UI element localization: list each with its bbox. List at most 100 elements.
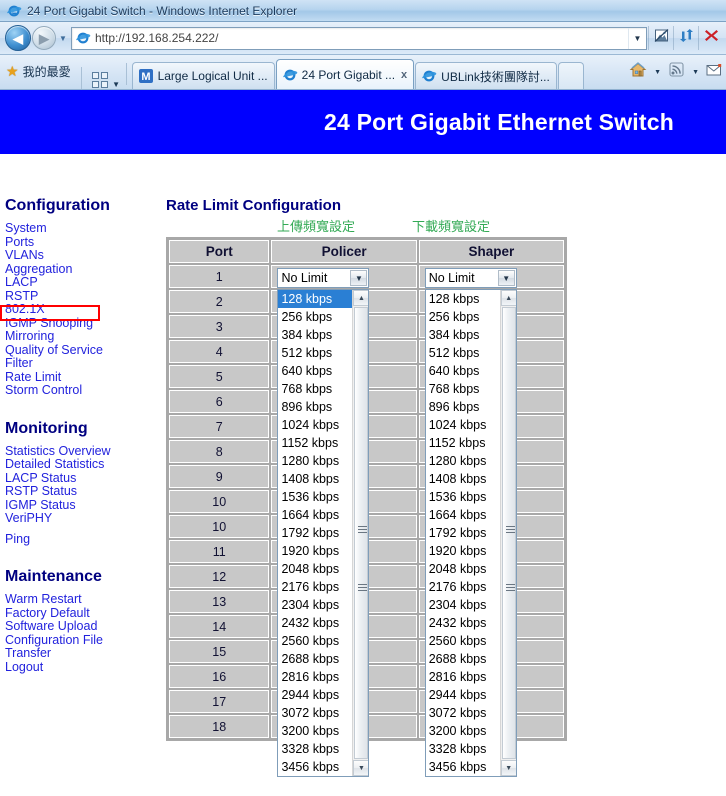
sidebar-item-warm-restart[interactable]: Warm Restart xyxy=(5,593,166,607)
close-icon[interactable]: x xyxy=(401,69,407,81)
compatibility-view-button[interactable] xyxy=(648,26,673,50)
browser-tab[interactable]: UBLink技術團隊討... xyxy=(415,62,557,89)
feeds-button[interactable] xyxy=(666,61,687,83)
dropdown-option[interactable]: 2816 kbps xyxy=(426,668,500,686)
dropdown-option[interactable]: 640 kbps xyxy=(278,362,352,380)
scroll-up-arrow-icon[interactable]: ▲ xyxy=(501,290,517,306)
dropdown-option[interactable]: 1152 kbps xyxy=(278,434,352,452)
dropdown-option[interactable]: 2048 kbps xyxy=(426,560,500,578)
dropdown-option[interactable]: 1920 kbps xyxy=(278,542,352,560)
dropdown-option[interactable]: 3200 kbps xyxy=(278,722,352,740)
dropdown-option[interactable]: 2304 kbps xyxy=(426,596,500,614)
dropdown-option[interactable]: 1664 kbps xyxy=(278,506,352,524)
sidebar-item-storm-control[interactable]: Storm Control xyxy=(5,384,166,398)
sidebar-item-logout[interactable]: Logout xyxy=(5,661,166,675)
dropdown-option[interactable]: 1792 kbps xyxy=(426,524,500,542)
scroll-down-arrow-icon[interactable]: ▼ xyxy=(501,760,517,776)
dropdown-option[interactable]: 2176 kbps xyxy=(278,578,352,596)
sidebar-item-software-upload[interactable]: Software Upload xyxy=(5,620,166,634)
sidebar-item-ping[interactable]: Ping xyxy=(5,533,166,547)
refresh-button[interactable] xyxy=(673,26,698,50)
dropdown-option[interactable]: 768 kbps xyxy=(426,380,500,398)
policer-dropdown-list[interactable]: 128 kbps256 kbps384 kbps512 kbps640 kbps… xyxy=(277,289,369,777)
new-tab-button[interactable] xyxy=(558,62,584,89)
dropdown-option[interactable]: 896 kbps xyxy=(426,398,500,416)
dropdown-option[interactable]: 2560 kbps xyxy=(426,632,500,650)
forward-button[interactable]: ▶ xyxy=(32,26,56,50)
sidebar-item-lacp-status[interactable]: LACP Status xyxy=(5,472,166,486)
dropdown-option[interactable]: 3200 kbps xyxy=(426,722,500,740)
dropdown-option[interactable]: 1408 kbps xyxy=(278,470,352,488)
dropdown-option[interactable]: 2176 kbps xyxy=(426,578,500,596)
dropdown-option[interactable]: 1536 kbps xyxy=(426,488,500,506)
sidebar-item-filter[interactable]: Filter xyxy=(5,357,166,371)
dropdown-option[interactable]: 3328 kbps xyxy=(426,740,500,758)
dropdown-option[interactable]: 3456 kbps xyxy=(426,758,500,776)
quick-tabs-icon[interactable] xyxy=(88,69,110,89)
dropdown-option[interactable]: 512 kbps xyxy=(426,344,500,362)
dropdown-option[interactable]: 1408 kbps xyxy=(426,470,500,488)
dropdown-option[interactable]: 2048 kbps xyxy=(278,560,352,578)
dropdown-option[interactable]: 640 kbps xyxy=(426,362,500,380)
dropdown-option[interactable]: 2944 kbps xyxy=(278,686,352,704)
dropdown-option[interactable]: 2432 kbps xyxy=(278,614,352,632)
sidebar-item-mirroring[interactable]: Mirroring xyxy=(5,330,166,344)
address-dropdown-button[interactable]: ▼ xyxy=(628,28,646,49)
dropdown-option[interactable]: 3072 kbps xyxy=(426,704,500,722)
browser-tab[interactable]: 24 Port Gigabit ...x xyxy=(276,59,415,89)
dropdown-option[interactable]: 1024 kbps xyxy=(278,416,352,434)
scroll-up-arrow-icon[interactable]: ▲ xyxy=(353,290,369,306)
address-input[interactable]: http://192.168.254.222/ xyxy=(95,31,628,45)
dropdown-option[interactable]: 1536 kbps xyxy=(278,488,352,506)
sidebar-item-configuration-file[interactable]: Configuration File xyxy=(5,634,166,648)
dropdown-option[interactable]: 1920 kbps xyxy=(426,542,500,560)
dropdown-option[interactable]: 3584 kbps xyxy=(426,776,500,777)
dropdown-option[interactable]: 1664 kbps xyxy=(426,506,500,524)
policer-select[interactable]: No Limit▼ xyxy=(277,268,369,288)
sidebar-item-igmp-status[interactable]: IGMP Status xyxy=(5,499,166,513)
sidebar-item-igmp-snooping[interactable]: IGMP Snooping xyxy=(5,317,166,331)
sidebar-item-system[interactable]: System xyxy=(5,222,166,236)
sidebar-item-veriphy[interactable]: VeriPHY xyxy=(5,512,166,526)
sidebar-item-quality-of-service[interactable]: Quality of Service xyxy=(5,344,166,358)
dropdown-option[interactable]: 3584 kbps xyxy=(278,776,352,777)
dropdown-option[interactable]: 2560 kbps xyxy=(278,632,352,650)
dropdown-option[interactable]: 3456 kbps xyxy=(278,758,352,776)
dropdown-option[interactable]: 2944 kbps xyxy=(426,686,500,704)
scroll-down-arrow-icon[interactable]: ▼ xyxy=(353,760,369,776)
dropdown-option[interactable]: 384 kbps xyxy=(426,326,500,344)
shaper-cell[interactable]: No Limit▼128 kbps256 kbps384 kbps512 kbp… xyxy=(418,264,565,289)
dropdown-option[interactable]: 128 kbps xyxy=(278,290,352,308)
scrollbar-thumb[interactable] xyxy=(354,307,368,759)
shaper-dropdown-list[interactable]: 128 kbps256 kbps384 kbps512 kbps640 kbps… xyxy=(425,289,517,777)
dropdown-option[interactable]: 3072 kbps xyxy=(278,704,352,722)
dropdown-scrollbar[interactable]: ▲▼ xyxy=(500,290,516,776)
dropdown-option[interactable]: 384 kbps xyxy=(278,326,352,344)
dropdown-option[interactable]: 2304 kbps xyxy=(278,596,352,614)
address-bar[interactable]: http://192.168.254.222/ ▼ xyxy=(71,27,647,50)
dropdown-option[interactable]: 256 kbps xyxy=(278,308,352,326)
sidebar-item-transfer[interactable]: Transfer xyxy=(5,647,166,661)
back-button[interactable]: ◀ xyxy=(5,25,31,51)
chevron-down-icon[interactable]: ▼ xyxy=(350,270,367,286)
dropdown-option[interactable]: 2816 kbps xyxy=(278,668,352,686)
sidebar-item-rstp[interactable]: RSTP xyxy=(5,290,166,304)
dropdown-option[interactable]: 3328 kbps xyxy=(278,740,352,758)
home-button[interactable] xyxy=(627,61,649,83)
scrollbar-thumb[interactable] xyxy=(502,307,516,759)
history-dropdown-button[interactable]: ▼ xyxy=(56,28,70,48)
dropdown-option[interactable]: 1152 kbps xyxy=(426,434,500,452)
shaper-select[interactable]: No Limit▼ xyxy=(425,268,517,288)
sidebar-item-factory-default[interactable]: Factory Default xyxy=(5,607,166,621)
sidebar-item-ports[interactable]: Ports xyxy=(5,236,166,250)
dropdown-option[interactable]: 1792 kbps xyxy=(278,524,352,542)
dropdown-option[interactable]: 2688 kbps xyxy=(278,650,352,668)
sidebar-item-rate-limit[interactable]: Rate Limit xyxy=(5,371,166,385)
stop-button[interactable] xyxy=(698,26,723,50)
sidebar-item-detailed-statistics[interactable]: Detailed Statistics xyxy=(5,458,166,472)
chevron-down-icon[interactable]: ▼ xyxy=(498,270,515,286)
dropdown-option[interactable]: 768 kbps xyxy=(278,380,352,398)
sidebar-item-vlans[interactable]: VLANs xyxy=(5,249,166,263)
sidebar-item-statistics-overview[interactable]: Statistics Overview xyxy=(5,445,166,459)
read-mail-button[interactable] xyxy=(704,61,724,83)
